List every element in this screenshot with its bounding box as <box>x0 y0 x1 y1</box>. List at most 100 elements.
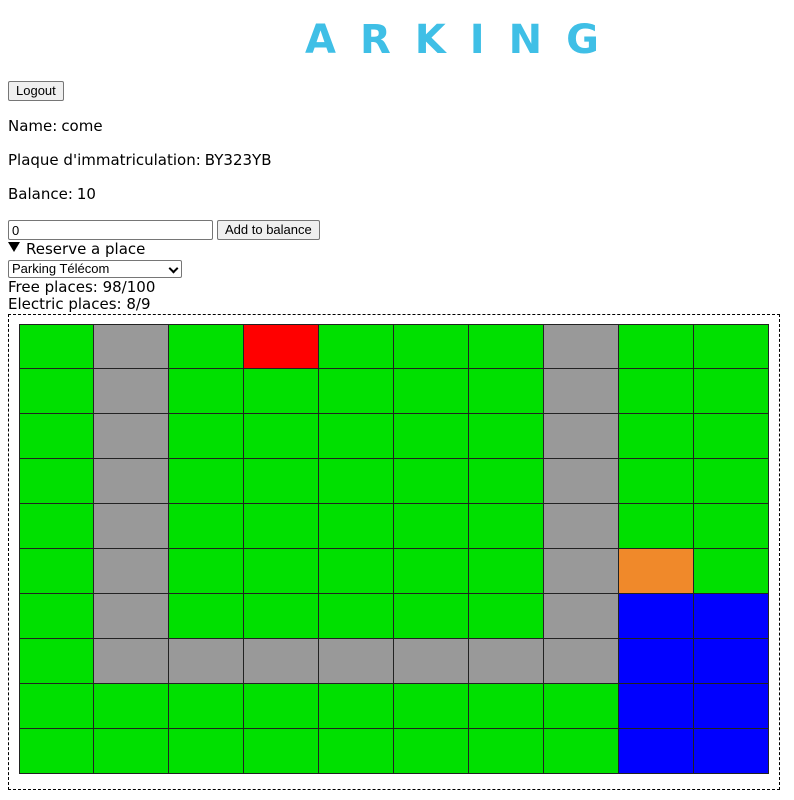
parking-spot-free[interactable] <box>19 639 94 684</box>
parking-spot-free[interactable] <box>394 414 469 459</box>
parking-spot-electric[interactable] <box>619 729 694 774</box>
parking-spot-free[interactable] <box>244 369 319 414</box>
parking-spot-free[interactable] <box>394 594 469 639</box>
parking-spot-free[interactable] <box>169 324 244 369</box>
parking-spot-free[interactable] <box>169 414 244 459</box>
parking-spot-road <box>394 639 469 684</box>
parking-spot-free[interactable] <box>19 459 94 504</box>
parking-select[interactable]: Parking Télécom <box>8 260 182 278</box>
parking-spot-free[interactable] <box>619 504 694 549</box>
parking-spot-free[interactable] <box>19 594 94 639</box>
parking-spot-electric[interactable] <box>619 639 694 684</box>
parking-spot-free[interactable] <box>19 684 94 729</box>
parking-spot-free[interactable] <box>244 414 319 459</box>
balance-label: Balance: <box>8 185 73 203</box>
parking-spot-electric[interactable] <box>694 639 769 684</box>
parking-spot-free[interactable] <box>19 369 94 414</box>
parking-spot-free[interactable] <box>319 369 394 414</box>
parking-spot-free[interactable] <box>469 729 544 774</box>
parking-spot-free[interactable] <box>244 459 319 504</box>
parking-spot-free[interactable] <box>469 459 544 504</box>
parking-spot-free[interactable] <box>169 729 244 774</box>
parking-spot-free[interactable] <box>619 324 694 369</box>
parking-spot-free[interactable] <box>19 729 94 774</box>
parking-spot-free[interactable] <box>469 504 544 549</box>
parking-spot-free[interactable] <box>694 324 769 369</box>
parking-spot-road <box>544 504 619 549</box>
triangle-down-icon <box>8 242 20 252</box>
parking-spot-reserved[interactable] <box>619 549 694 594</box>
reserve-place-toggle[interactable]: Reserve a place <box>8 240 145 258</box>
parking-spot-free[interactable] <box>469 324 544 369</box>
parking-spot-free[interactable] <box>394 729 469 774</box>
parking-spot-free[interactable] <box>319 324 394 369</box>
parking-spot-electric[interactable] <box>619 594 694 639</box>
parking-spot-free[interactable] <box>694 459 769 504</box>
parking-spot-free[interactable] <box>94 729 169 774</box>
parking-spot-free[interactable] <box>394 684 469 729</box>
parking-spot-free[interactable] <box>169 594 244 639</box>
parking-spot-free[interactable] <box>694 549 769 594</box>
parking-spot-free[interactable] <box>244 594 319 639</box>
parking-spot-free[interactable] <box>394 324 469 369</box>
parking-spot-free[interactable] <box>169 684 244 729</box>
parking-grid <box>19 324 769 774</box>
parking-spot-occupied[interactable] <box>244 324 319 369</box>
free-places-text: Free places: 98/100 <box>8 278 156 296</box>
parking-spot-electric[interactable] <box>694 729 769 774</box>
parking-spot-free[interactable] <box>319 504 394 549</box>
user-balance: Balance: 10 <box>8 185 96 203</box>
parking-spot-free[interactable] <box>319 414 394 459</box>
parking-spot-free[interactable] <box>319 729 394 774</box>
parking-spot-road <box>469 639 544 684</box>
parking-spot-free[interactable] <box>694 414 769 459</box>
parking-spot-free[interactable] <box>19 504 94 549</box>
parking-spot-free[interactable] <box>619 414 694 459</box>
chevron-down-icon <box>168 263 179 274</box>
parking-spot-free[interactable] <box>169 549 244 594</box>
parking-spot-free[interactable] <box>394 369 469 414</box>
parking-spot-free[interactable] <box>169 504 244 549</box>
parking-spot-free[interactable] <box>244 504 319 549</box>
parking-spot-free[interactable] <box>19 324 94 369</box>
parking-spot-free[interactable] <box>169 369 244 414</box>
parking-spot-free[interactable] <box>244 549 319 594</box>
parking-spot-free[interactable] <box>19 414 94 459</box>
parking-spot-road <box>544 414 619 459</box>
parking-spot-free[interactable] <box>319 459 394 504</box>
parking-spot-free[interactable] <box>469 414 544 459</box>
parking-spot-free[interactable] <box>694 504 769 549</box>
parking-spot-road <box>94 414 169 459</box>
parking-spot-free[interactable] <box>469 684 544 729</box>
parking-spot-electric[interactable] <box>694 684 769 729</box>
plate-value: BY323YB <box>204 151 272 169</box>
parking-spot-electric[interactable] <box>619 684 694 729</box>
parking-spot-road <box>544 324 619 369</box>
name-value: come <box>61 117 103 135</box>
parking-spot-free[interactable] <box>19 549 94 594</box>
parking-spot-free[interactable] <box>169 459 244 504</box>
parking-spot-free[interactable] <box>469 594 544 639</box>
parking-spot-electric[interactable] <box>694 594 769 639</box>
parking-spot-free[interactable] <box>619 369 694 414</box>
parking-spot-free[interactable] <box>544 684 619 729</box>
parking-spot-free[interactable] <box>94 684 169 729</box>
parking-spot-road <box>169 639 244 684</box>
parking-spot-free[interactable] <box>394 549 469 594</box>
parking-spot-free[interactable] <box>544 729 619 774</box>
add-to-balance-button[interactable]: Add to balance <box>217 220 320 240</box>
balance-amount-input[interactable] <box>8 220 213 240</box>
parking-spot-free[interactable] <box>244 684 319 729</box>
parking-spot-free[interactable] <box>394 504 469 549</box>
parking-spot-free[interactable] <box>469 549 544 594</box>
parking-spot-free[interactable] <box>244 729 319 774</box>
parking-spot-road <box>544 369 619 414</box>
parking-spot-free[interactable] <box>319 594 394 639</box>
logout-button[interactable]: Logout <box>8 81 64 101</box>
parking-spot-free[interactable] <box>319 684 394 729</box>
parking-spot-free[interactable] <box>694 369 769 414</box>
parking-spot-free[interactable] <box>619 459 694 504</box>
parking-spot-free[interactable] <box>394 459 469 504</box>
parking-spot-free[interactable] <box>319 549 394 594</box>
parking-spot-free[interactable] <box>469 369 544 414</box>
